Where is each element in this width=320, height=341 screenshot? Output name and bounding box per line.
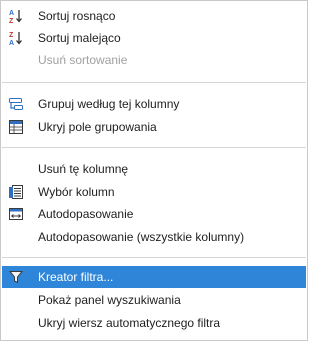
menu-item-clear-sorting[interactable]: Usuń sortowanie xyxy=(2,49,306,71)
menu-item-group-by-column[interactable]: Grupuj według tej kolumny xyxy=(2,93,306,115)
menu-separator xyxy=(2,257,306,258)
menu-item-label: Usuń sortowanie xyxy=(38,53,128,67)
menu-item-hide-group-panel[interactable]: Ukryj pole grupowania xyxy=(2,116,306,138)
menu-item-hide-auto-filter-row[interactable]: Ukryj wiersz automatycznego filtra xyxy=(2,312,306,334)
menu-item-label: Kreator filtra... xyxy=(38,270,114,284)
svg-text:Z: Z xyxy=(9,18,14,24)
menu-item-label: Usuń tę kolumnę xyxy=(38,162,129,176)
menu-item-label: Autodopasowanie xyxy=(38,207,134,221)
sort-descending-icon: Z A xyxy=(8,30,24,47)
svg-text:A: A xyxy=(9,40,14,46)
menu-item-autofit[interactable]: Autodopasowanie xyxy=(2,203,306,225)
menu-separator xyxy=(2,82,306,83)
menu-item-show-search-panel[interactable]: Pokaż panel wyszukiwania xyxy=(2,289,306,311)
group-panel-icon xyxy=(8,119,24,135)
menu-item-label: Ukryj pole grupowania xyxy=(38,120,157,134)
menu-item-label: Sortuj malejąco xyxy=(38,31,121,45)
svg-text:Z: Z xyxy=(9,32,14,39)
sort-ascending-icon: A Z xyxy=(8,8,24,25)
menu-item-autofit-all-columns[interactable]: Autodopasowanie (wszystkie kolumny) xyxy=(2,226,306,248)
menu-item-label: Grupuj według tej kolumny xyxy=(38,97,180,111)
autofit-icon xyxy=(8,206,24,222)
menu-item-sort-ascending[interactable]: A Z Sortuj rosnąco xyxy=(2,5,306,27)
menu-item-remove-column[interactable]: Usuń tę kolumnę xyxy=(2,158,306,180)
menu-item-filter-editor[interactable]: Kreator filtra... xyxy=(2,266,306,288)
menu-item-label: Wybór kolumn xyxy=(38,185,115,199)
filter-icon xyxy=(8,269,24,285)
group-by-column-icon xyxy=(8,96,24,112)
menu-separator xyxy=(2,147,306,148)
menu-item-label: Pokaż panel wyszukiwania xyxy=(38,293,181,307)
column-chooser-icon xyxy=(8,184,24,200)
menu-item-label: Ukryj wiersz automatycznego filtra xyxy=(38,316,221,330)
column-header-context-menu: A Z Sortuj rosnąco Z A Sortuj malejąco U… xyxy=(0,0,308,341)
menu-item-column-chooser[interactable]: Wybór kolumn xyxy=(2,181,306,203)
menu-item-label: Sortuj rosnąco xyxy=(38,9,116,23)
menu-item-label: Autodopasowanie (wszystkie kolumny) xyxy=(38,230,245,244)
menu-item-sort-descending[interactable]: Z A Sortuj malejąco xyxy=(2,27,306,49)
svg-text:A: A xyxy=(9,10,14,17)
